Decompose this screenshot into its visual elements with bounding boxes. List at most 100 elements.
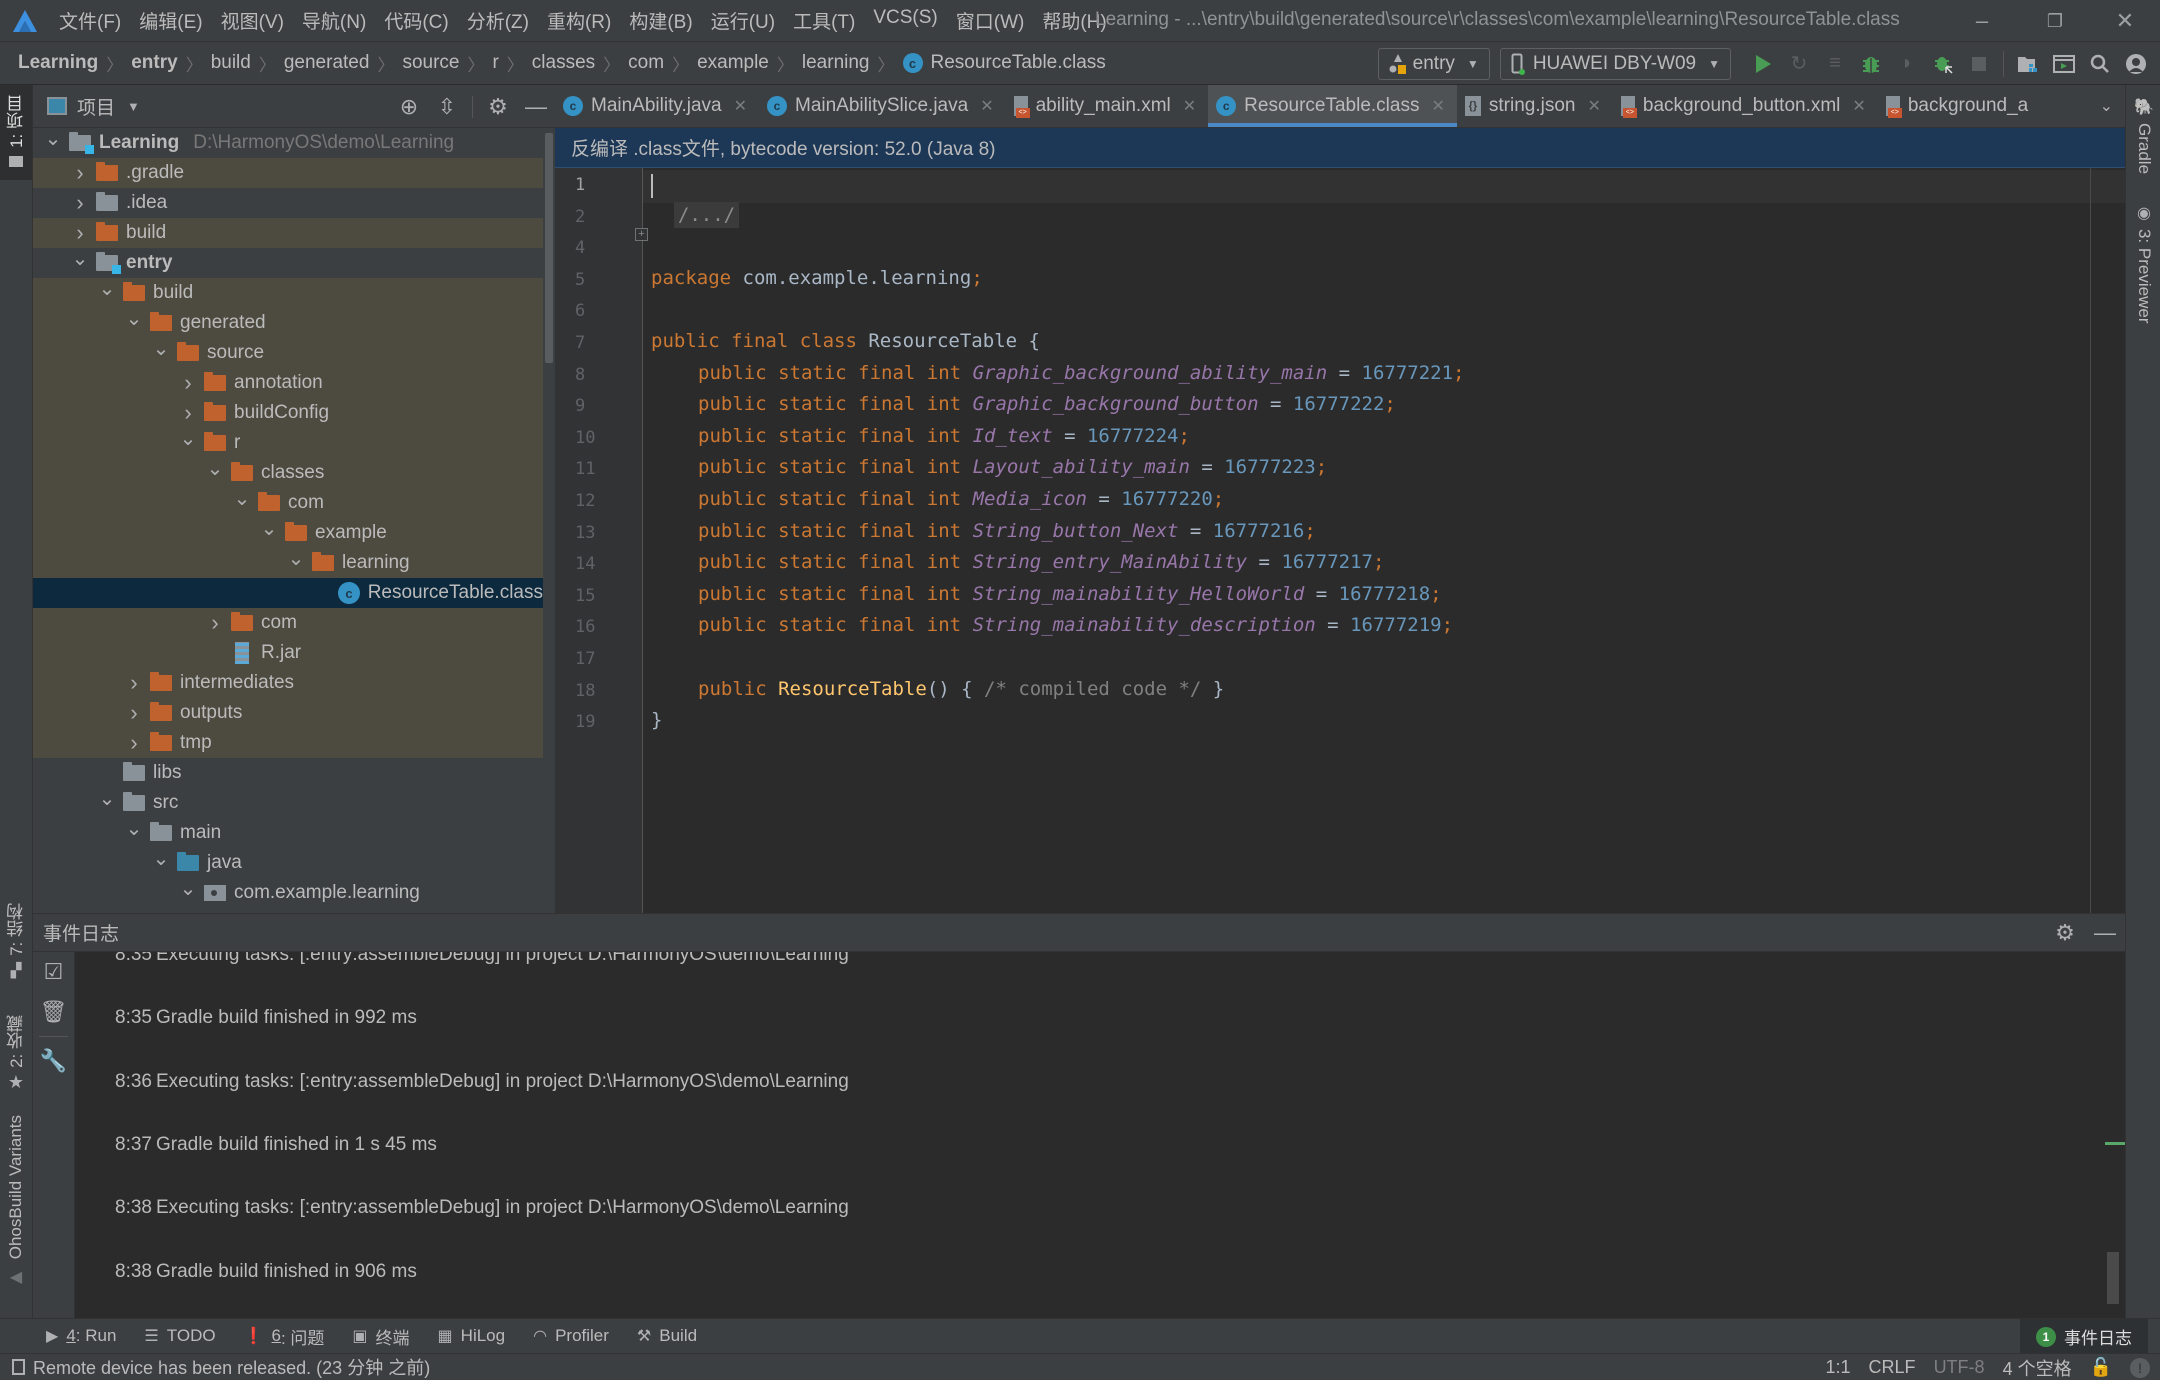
chevron-right-icon[interactable]: › xyxy=(205,610,225,636)
run-configuration-combo[interactable]: entry ▼ xyxy=(1377,47,1490,80)
hide-panel-icon[interactable]: — xyxy=(2085,920,2125,946)
breadcrumb-item[interactable]: source xyxy=(402,52,459,74)
chevron-down-icon[interactable]: ▼ xyxy=(127,99,140,114)
chevron-right-icon[interactable]: › xyxy=(178,400,198,426)
event-log-button[interactable]: 1 事件日志 xyxy=(2020,1319,2148,1354)
tree-node[interactable]: libs xyxy=(33,758,543,788)
tool-window-button[interactable]: ☰ TODO xyxy=(144,1326,215,1346)
project-tool-tab[interactable]: 1: 项目 xyxy=(0,85,32,180)
chevron-right-icon[interactable]: › xyxy=(124,700,144,726)
editor-tab[interactable]: c MainAbility.java ✕ xyxy=(555,85,759,127)
breadcrumb-current-file[interactable]: ResourceTable.class xyxy=(931,52,1106,74)
menu-item[interactable]: 视图(V) xyxy=(212,7,293,34)
gear-icon[interactable]: ⚙ xyxy=(479,94,517,120)
chevron-down-icon[interactable]: ⌄ xyxy=(151,336,171,361)
tree-node[interactable]: ⌄ main xyxy=(33,818,543,848)
tree-node[interactable]: ⌄ source xyxy=(33,338,543,368)
menu-item[interactable]: 分析(Z) xyxy=(458,7,538,34)
tree-node[interactable]: ⌄ r xyxy=(33,428,543,458)
log-entry[interactable]: 8:35 Executing tasks: [:entry:assembleDeb… xyxy=(115,952,849,966)
chevron-right-icon[interactable]: › xyxy=(124,730,144,756)
status-toggle-icon[interactable] xyxy=(12,1359,25,1375)
tree-node[interactable]: ⌄ generated xyxy=(33,308,543,338)
debug-button[interactable] xyxy=(1855,48,1887,80)
build-variants-tool-tab[interactable]: OhosBuild Variants ◀ xyxy=(0,1115,32,1287)
menu-item[interactable]: 重构(R) xyxy=(538,7,620,34)
tree-node[interactable]: ⌄ java xyxy=(33,848,543,878)
locate-file-icon[interactable]: ⊕ xyxy=(390,94,428,120)
tree-node[interactable]: ⌄ src xyxy=(33,788,543,818)
close-tab-icon[interactable]: ✕ xyxy=(734,96,747,116)
breadcrumb-item[interactable]: Learning xyxy=(18,52,98,74)
minimize-button[interactable]: – xyxy=(1952,0,2012,42)
caret-position[interactable]: 1:1 xyxy=(1826,1357,1851,1378)
editor-tab[interactable]: c MainAbilitySlice.java ✕ xyxy=(759,85,1006,127)
wrench-icon[interactable]: 🔧 xyxy=(33,1041,74,1081)
profile-button[interactable]: ◗ xyxy=(1891,48,1923,80)
apply-code-changes-button[interactable]: ≡ xyxy=(1819,48,1851,80)
structure-tool-tab[interactable]: 7: 结构 ▞ xyxy=(0,903,32,979)
project-structure-button[interactable] xyxy=(2012,48,2044,80)
more-tabs-chevron-icon[interactable]: ⌄ xyxy=(2088,85,2125,127)
chevron-down-icon[interactable]: ⌄ xyxy=(124,306,144,331)
log-entry[interactable]: 8:37 Gradle build finished in 1 s 45 ms xyxy=(115,1134,437,1156)
breadcrumb-item[interactable]: entry xyxy=(131,52,177,74)
tool-window-button[interactable]: ▦ HiLog xyxy=(438,1326,506,1346)
tree-node[interactable]: ⌄ classes xyxy=(33,458,543,488)
tool-window-button[interactable]: ▣ 终端 xyxy=(352,1324,409,1349)
notifications-icon[interactable]: ! xyxy=(2130,1357,2150,1378)
chevron-down-icon[interactable]: ⌄ xyxy=(205,456,225,481)
chevron-down-icon[interactable]: ⌄ xyxy=(70,246,90,271)
tree-node[interactable]: ⌄ example xyxy=(33,518,543,548)
chevron-down-icon[interactable]: ⌄ xyxy=(259,516,279,541)
tree-node[interactable]: › com xyxy=(33,608,543,638)
account-icon[interactable] xyxy=(2120,48,2152,80)
tree-node[interactable]: ⌄ Learning D:\HarmonyOS\demo\Learning xyxy=(33,128,543,158)
log-entry[interactable]: 8:38 Executing tasks: [:entry:assembleDeb… xyxy=(115,1197,849,1219)
gradle-tool-tab[interactable]: 🐘 Gradle xyxy=(2128,97,2160,174)
close-window-button[interactable]: ✕ xyxy=(2095,0,2155,42)
tree-node[interactable]: c ResourceTable.class xyxy=(33,578,543,608)
tool-window-button[interactable]: ❗ 6: 问题 xyxy=(244,1324,325,1349)
editor-tab[interactable]: background_button.xml ✕ xyxy=(1613,85,1878,127)
restore-button[interactable]: ❐ xyxy=(2025,0,2085,42)
gear-icon[interactable]: ⚙ xyxy=(2045,920,2085,946)
chevron-down-icon[interactable]: ⌄ xyxy=(151,846,171,871)
close-tab-icon[interactable]: ✕ xyxy=(1587,96,1600,116)
previewer-tool-tab[interactable]: ◉ 3: Previewer xyxy=(2128,203,2160,323)
tree-node[interactable]: ⌄ learning xyxy=(33,548,543,578)
breadcrumb-item[interactable]: example xyxy=(697,52,769,74)
menu-item[interactable]: 编辑(E) xyxy=(130,7,211,34)
menu-item[interactable]: 代码(C) xyxy=(375,7,457,34)
menu-item[interactable]: VCS(S) xyxy=(864,7,946,34)
editor-tab[interactable]: ability_main.xml ✕ xyxy=(1006,85,1209,127)
search-icon[interactable] xyxy=(2084,48,2116,80)
tree-node[interactable]: › outputs xyxy=(33,698,543,728)
chevron-down-icon[interactable]: ⌄ xyxy=(124,816,144,841)
chevron-right-icon[interactable]: › xyxy=(178,370,198,396)
tree-node[interactable]: › .idea xyxy=(33,188,543,218)
trash-icon[interactable]: 🗑 xyxy=(33,992,74,1032)
lock-open-icon[interactable]: 🔓 xyxy=(2090,1357,2112,1378)
breadcrumb-item[interactable]: com xyxy=(628,52,664,74)
editor-tab[interactable]: {} string.json ✕ xyxy=(1457,85,1613,127)
run-button[interactable] xyxy=(1747,48,1779,80)
tree-node[interactable]: › .gradle xyxy=(33,158,543,188)
tree-node[interactable]: › annotation xyxy=(33,368,543,398)
tree-node[interactable]: ⌄ build xyxy=(33,278,543,308)
tree-node[interactable]: ⌄ com.example.learning xyxy=(33,878,543,908)
chevron-down-icon[interactable]: ⌄ xyxy=(178,426,198,451)
menu-item[interactable]: 构建(B) xyxy=(620,7,701,34)
line-separator[interactable]: CRLF xyxy=(1869,1357,1916,1378)
log-entry[interactable]: 8:35 Gradle build finished in 992 ms xyxy=(115,1007,417,1029)
chevron-down-icon[interactable]: ⌄ xyxy=(97,276,117,301)
tree-scrollbar-thumb[interactable] xyxy=(545,133,553,363)
tree-node[interactable]: ⌄ com xyxy=(33,488,543,518)
close-tab-icon[interactable]: ✕ xyxy=(980,96,993,116)
indent-setting[interactable]: 4 个空格 xyxy=(2003,1355,2072,1380)
project-view-selector[interactable]: 项目 xyxy=(77,93,115,120)
tree-node[interactable]: R.jar xyxy=(33,638,543,668)
breadcrumb-item[interactable]: build xyxy=(211,52,251,74)
hide-panel-icon[interactable]: — xyxy=(517,94,555,120)
menu-item[interactable]: 导航(N) xyxy=(293,7,375,34)
